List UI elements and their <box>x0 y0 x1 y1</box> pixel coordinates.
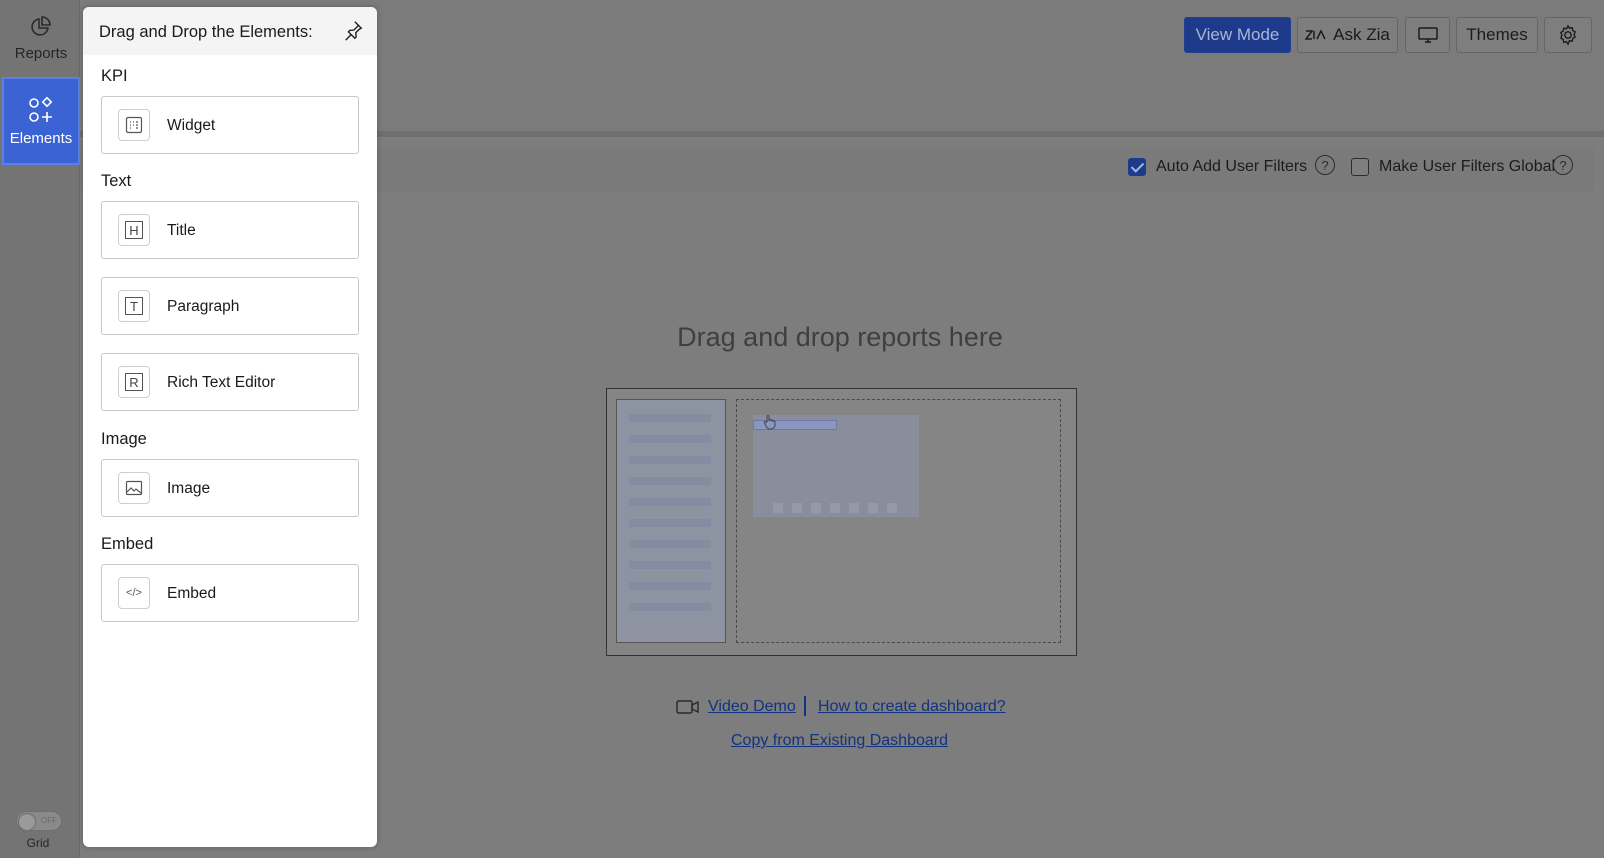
element-label: Rich Text Editor <box>167 374 276 391</box>
view-mode-button[interactable]: View Mode <box>1184 17 1291 53</box>
illustration-line <box>629 519 711 527</box>
elements-panel: Drag and Drop the Elements: KPI Widget T… <box>83 7 377 847</box>
pin-icon <box>345 21 363 41</box>
code-glyph: </> <box>126 587 142 599</box>
element-label: Title <box>167 222 196 239</box>
element-embed[interactable]: </> Embed <box>101 564 359 622</box>
panel-header: Drag and Drop the Elements: <box>83 7 377 55</box>
illustration-line <box>629 561 711 569</box>
rail-item-label: Elements <box>9 129 73 147</box>
illustration-line <box>629 435 711 443</box>
rail-item-reports[interactable]: Reports <box>2 0 80 76</box>
left-rail: Reports Elements OFF Grid <box>0 0 80 858</box>
make-filters-global-checkbox[interactable] <box>1351 158 1369 176</box>
drop-area-title: Drag and drop reports here <box>677 322 1003 352</box>
help-icon[interactable]: ? <box>1553 155 1573 175</box>
heading-icon: H <box>118 214 150 246</box>
paragraph-glyph: T <box>125 297 143 315</box>
illustration-line <box>629 498 711 506</box>
video-camera-icon <box>676 700 699 714</box>
grid-label: Grid <box>26 836 50 850</box>
make-filters-global-label: Make User Filters Global <box>1379 158 1556 175</box>
element-label: Widget <box>167 117 216 134</box>
element-rich-text-editor[interactable]: R Rich Text Editor <box>101 353 359 411</box>
illustration-line <box>629 477 711 485</box>
zia-icon <box>1305 29 1326 40</box>
toggle-knob <box>18 813 36 831</box>
illustration-square <box>830 503 840 513</box>
illustration-line <box>629 582 711 590</box>
element-label: Image <box>167 480 211 497</box>
illustration-square <box>868 503 878 513</box>
element-paragraph[interactable]: T Paragraph <box>101 277 359 335</box>
toggle-state: OFF <box>41 816 57 825</box>
monitor-icon <box>1417 27 1438 43</box>
illustration-dragged-card <box>753 415 919 517</box>
element-image[interactable]: Image <box>101 459 359 517</box>
copy-from-existing-dashboard-link[interactable]: Copy from Existing Dashboard <box>731 732 948 750</box>
illustration-square <box>887 503 897 513</box>
ask-zia-button[interactable]: Ask Zia <box>1297 17 1398 53</box>
section-label-image: Image <box>101 430 147 448</box>
section-label-embed: Embed <box>101 535 154 553</box>
panel-title: Drag and Drop the Elements: <box>99 23 313 41</box>
illustration-line <box>629 603 711 611</box>
video-demo-link[interactable]: Video Demo <box>708 698 796 716</box>
paragraph-icon: T <box>118 290 150 322</box>
illustration-report-list <box>616 399 726 643</box>
illustration-line <box>629 456 711 464</box>
image-icon <box>118 472 150 504</box>
presentation-button[interactable] <box>1405 17 1450 53</box>
help-links: Video Demo How to create dashboard? <box>676 696 1016 720</box>
settings-button[interactable] <box>1544 17 1592 53</box>
illustration-line <box>629 414 711 422</box>
link-separator <box>804 696 806 716</box>
rich-text-icon: R <box>118 366 150 398</box>
auto-add-filters-checkbox[interactable] <box>1128 158 1146 176</box>
ask-zia-label: Ask Zia <box>1333 25 1390 44</box>
help-icon[interactable]: ? <box>1315 155 1335 175</box>
widget-icon <box>118 109 150 141</box>
how-to-create-dashboard-link[interactable]: How to create dashboard? <box>818 698 1006 716</box>
section-label-kpi: KPI <box>101 67 128 85</box>
pin-button[interactable] <box>337 12 369 48</box>
pie-chart-icon <box>31 15 51 36</box>
grid-toggle[interactable]: OFF <box>16 811 62 831</box>
illustration-line <box>629 540 711 548</box>
element-widget[interactable]: Widget <box>101 96 359 154</box>
illustration-drop-zone <box>736 399 1061 643</box>
illustration-square <box>849 503 859 513</box>
element-title[interactable]: H Title <box>101 201 359 259</box>
themes-button[interactable]: Themes <box>1456 17 1538 53</box>
section-label-text: Text <box>101 172 132 190</box>
illustration-square <box>792 503 802 513</box>
hand-cursor-icon <box>763 414 776 430</box>
rail-item-elements[interactable]: Elements <box>2 77 80 165</box>
drop-illustration <box>606 388 1077 656</box>
element-label: Paragraph <box>167 298 240 315</box>
heading-glyph: H <box>125 221 143 239</box>
code-icon: </> <box>118 577 150 609</box>
rich-text-glyph: R <box>125 373 143 391</box>
illustration-square <box>773 503 783 513</box>
rail-item-label: Reports <box>14 44 68 62</box>
gear-icon <box>1559 24 1577 46</box>
elements-icon <box>29 96 53 122</box>
illustration-square <box>811 503 821 513</box>
auto-add-filters-label: Auto Add User Filters <box>1156 158 1308 175</box>
element-label: Embed <box>167 585 217 602</box>
